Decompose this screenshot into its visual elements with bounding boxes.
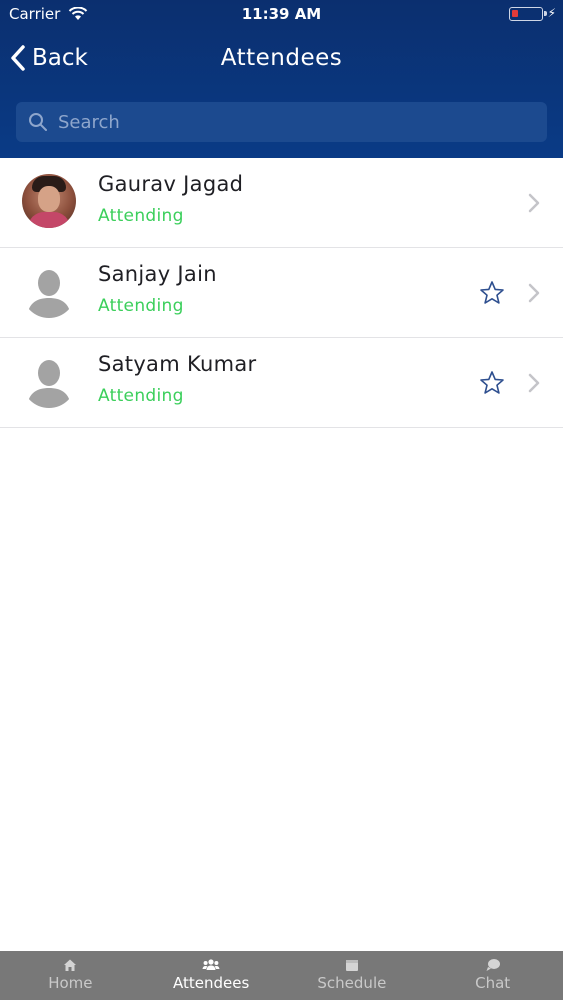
tab-schedule[interactable]: Schedule	[282, 951, 423, 1000]
tab-label: Chat	[475, 974, 511, 992]
charging-icon: ⚡	[547, 6, 556, 20]
chat-icon	[486, 959, 500, 971]
attendees-screen: Carrier 11:39 AM ⚡ Back Attendees Search…	[0, 0, 563, 1000]
tab-label: Home	[48, 974, 93, 992]
tab-label: Schedule	[317, 974, 387, 992]
attendee-status: Attending	[98, 296, 184, 316]
tab-label: Attendees	[172, 974, 250, 992]
star-icon[interactable]	[479, 280, 505, 306]
search-input[interactable]	[58, 111, 518, 133]
avatar-placeholder-icon	[22, 354, 76, 408]
header: Carrier 11:39 AM ⚡ Back Attendees	[0, 0, 563, 158]
status-time: 11:39 AM	[241, 5, 322, 23]
battery-icon	[509, 7, 547, 21]
attendee-status: Attending	[98, 206, 184, 226]
status-bar: Carrier 11:39 AM ⚡	[0, 0, 563, 30]
attendee-status: Attending	[98, 386, 184, 406]
star-icon[interactable]	[479, 370, 505, 396]
list-item[interactable]: Sanjay Jain Attending	[0, 248, 563, 338]
list-item[interactable]: Gaurav Jagad Attending	[0, 158, 563, 248]
avatar	[22, 174, 76, 228]
tab-attendees[interactable]: Attendees	[141, 951, 282, 1000]
home-icon	[64, 959, 77, 971]
navigation-bar: Back Attendees	[0, 36, 563, 80]
list-item[interactable]: Satyam Kumar Attending	[0, 338, 563, 428]
attendee-name: Gaurav Jagad	[98, 172, 244, 196]
people-icon	[202, 959, 220, 970]
tab-home[interactable]: Home	[0, 951, 141, 1000]
attendee-name: Sanjay Jain	[98, 262, 217, 286]
chevron-right-icon	[528, 373, 540, 393]
calendar-icon	[345, 960, 358, 971]
search-icon	[29, 113, 47, 131]
chevron-right-icon	[528, 283, 540, 303]
chevron-right-icon	[528, 193, 540, 213]
page-title: Attendees	[220, 45, 343, 71]
tab-chat[interactable]: Chat	[422, 951, 563, 1000]
tab-bar: Home Attendees Schedule Chat	[0, 951, 563, 1000]
search-bar[interactable]	[16, 102, 547, 142]
attendee-list: Gaurav Jagad Attending Sanjay Jain Atten…	[0, 158, 563, 428]
attendee-name: Satyam Kumar	[98, 352, 257, 376]
avatar-placeholder-icon	[22, 264, 76, 318]
